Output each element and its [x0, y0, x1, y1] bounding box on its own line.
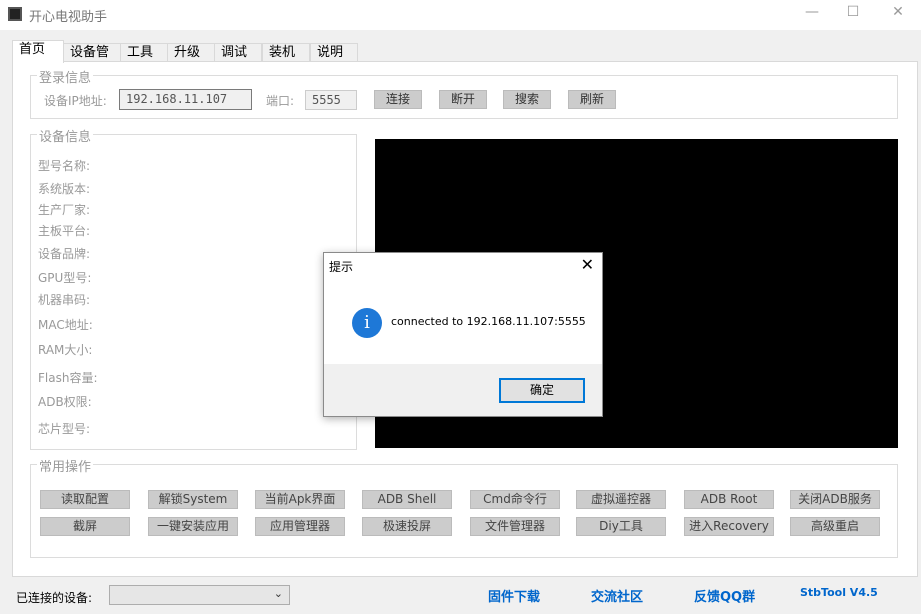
- operation-button[interactable]: 截屏: [40, 517, 130, 536]
- tab-help[interactable]: 说明: [310, 43, 358, 62]
- operation-button[interactable]: 当前Apk界面: [255, 490, 345, 509]
- connected-device-label: 已连接的设备:: [16, 591, 93, 605]
- operation-button[interactable]: 虚拟遥控器: [576, 490, 666, 509]
- operation-button[interactable]: 解锁System: [148, 490, 238, 509]
- device-field-label: GPU型号:: [38, 271, 92, 285]
- community-link[interactable]: 交流社区: [591, 586, 643, 605]
- operation-button[interactable]: Diy工具: [576, 517, 666, 536]
- operation-button[interactable]: 应用管理器: [255, 517, 345, 536]
- dialog-close-icon[interactable]: ✕: [581, 255, 594, 274]
- window-title: 开心电视助手: [29, 10, 108, 25]
- dialog-message: connected to 192.168.11.107:5555: [391, 315, 586, 328]
- device-select[interactable]: ⌄: [109, 585, 290, 605]
- tab-device-management[interactable]: 设备管理: [63, 43, 121, 78]
- device-field-label: 主板平台:: [38, 224, 91, 238]
- login-group-label: 登录信息: [37, 67, 94, 86]
- minimize-button[interactable]: —: [797, 4, 827, 24]
- device-info-label: 设备信息: [37, 126, 94, 145]
- connect-button[interactable]: 连接: [374, 90, 422, 109]
- tab-install[interactable]: 装机: [262, 43, 310, 62]
- tab-toolbox[interactable]: 工具箱: [120, 43, 168, 78]
- disconnect-button[interactable]: 断开: [439, 90, 487, 109]
- close-button[interactable]: ✕: [883, 4, 913, 24]
- maximize-button[interactable]: ☐: [838, 4, 868, 24]
- operation-button[interactable]: ADB Shell: [362, 490, 452, 509]
- qq-group-link[interactable]: 反馈QQ群: [694, 586, 755, 605]
- refresh-button[interactable]: 刷新: [568, 90, 616, 109]
- ok-button[interactable]: 确定: [499, 378, 585, 403]
- ip-label: 设备IP地址:: [44, 94, 107, 108]
- title-bar: 开心电视助手 — ☐ ✕: [0, 0, 921, 30]
- message-dialog: 提示 ✕ i connected to 192.168.11.107:5555 …: [323, 252, 603, 417]
- search-button[interactable]: 搜索: [503, 90, 551, 109]
- app-icon: [8, 7, 22, 21]
- device-field-label: 设备品牌:: [38, 247, 91, 261]
- operation-button[interactable]: 一键安装应用: [148, 517, 238, 536]
- dialog-footer: 确定: [324, 364, 602, 416]
- operation-button[interactable]: 读取配置: [40, 490, 130, 509]
- firmware-download-link[interactable]: 固件下载: [488, 586, 540, 605]
- device-field-label: 系统版本:: [38, 182, 91, 196]
- device-field-label: 芯片型号:: [38, 422, 91, 436]
- port-input[interactable]: 5555: [305, 90, 357, 110]
- operation-button[interactable]: 极速投屏: [362, 517, 452, 536]
- operation-button[interactable]: Cmd命令行: [470, 490, 560, 509]
- device-field-label: RAM大小:: [38, 343, 93, 357]
- version-link[interactable]: StbTool V4.5: [800, 586, 878, 599]
- operation-button[interactable]: ADB Root: [684, 490, 774, 509]
- operation-button[interactable]: 关闭ADB服务: [790, 490, 880, 509]
- device-field-label: Flash容量:: [38, 371, 98, 385]
- tab-home[interactable]: 首页: [12, 40, 64, 63]
- ip-input[interactable]: 192.168.11.107: [119, 89, 252, 110]
- dialog-title: 提示: [329, 260, 354, 274]
- device-field-label: 型号名称:: [38, 159, 91, 173]
- tab-debug[interactable]: 调试: [214, 43, 262, 62]
- operation-button[interactable]: 文件管理器: [470, 517, 560, 536]
- operations-label: 常用操作: [37, 456, 94, 475]
- info-icon: i: [352, 308, 382, 338]
- device-field-label: 机器串码:: [38, 293, 91, 307]
- operation-button[interactable]: 进入Recovery: [684, 517, 774, 536]
- port-label: 端口:: [266, 94, 295, 108]
- operation-button[interactable]: 高级重启: [790, 517, 880, 536]
- tab-upgrade[interactable]: 升级: [167, 43, 215, 62]
- device-field-label: MAC地址:: [38, 318, 93, 332]
- device-field-label: ADB权限:: [38, 395, 92, 409]
- chevron-down-icon: ⌄: [273, 587, 283, 600]
- device-field-label: 生产厂家:: [38, 203, 91, 217]
- operations-group: 常用操作: [30, 456, 898, 558]
